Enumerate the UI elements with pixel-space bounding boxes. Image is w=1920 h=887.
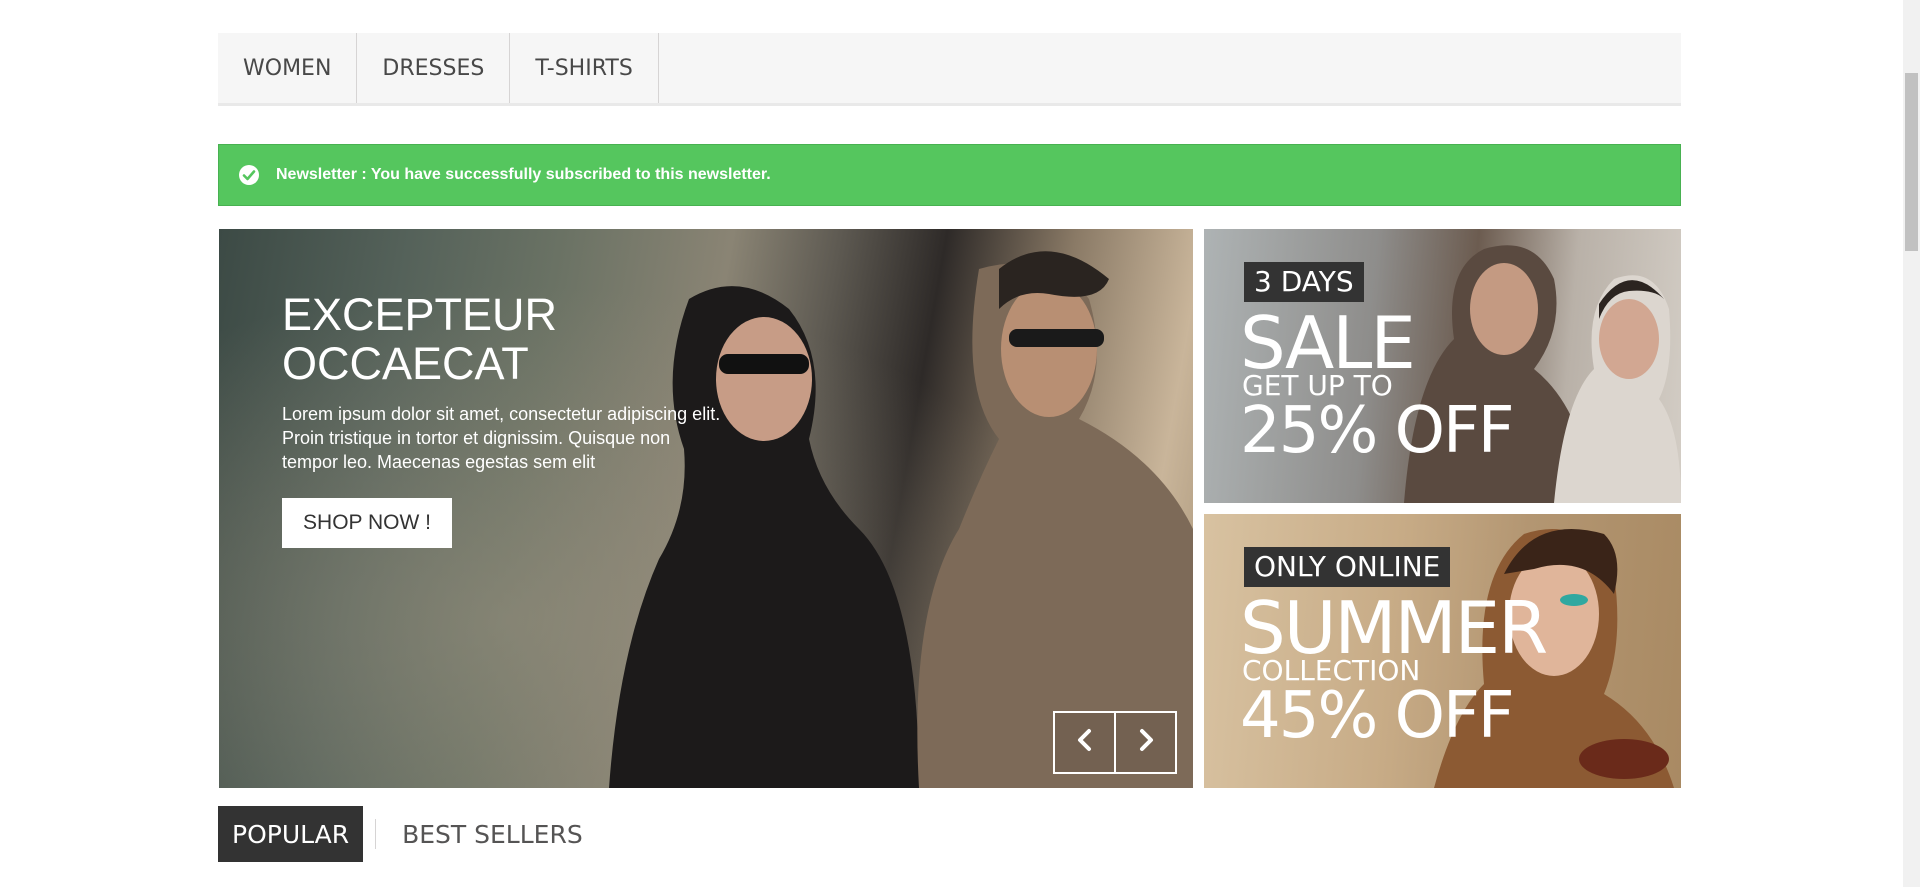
scrollbar-thumb[interactable] <box>1905 73 1918 251</box>
slider-next-button[interactable] <box>1114 711 1177 774</box>
product-tabs: POPULAR BEST SELLERS <box>218 806 597 862</box>
tab-best-sellers[interactable]: BEST SELLERS <box>388 806 597 862</box>
newsletter-success-alert: Newsletter : You have successfully subsc… <box>218 144 1681 206</box>
tab-popular[interactable]: POPULAR <box>218 806 364 862</box>
slider-description: Lorem ipsum dolor sit amet, consectetur … <box>282 404 721 472</box>
tab-divider <box>375 819 377 849</box>
check-circle-icon <box>238 164 260 186</box>
banner-tag: ONLY ONLINE <box>1244 547 1451 587</box>
banner-discount: 45% OFF <box>1240 679 1515 753</box>
homepage-slider: EXCEPTEUR OCCAECAT Lorem ipsum dolor sit… <box>219 229 1193 788</box>
menu-item-women[interactable]: WOMEN <box>218 33 358 103</box>
alert-message: Newsletter : You have successfully subsc… <box>276 166 771 183</box>
chevron-right-icon <box>1136 728 1156 757</box>
menu-item-tshirts[interactable]: T-SHIRTS <box>510 33 659 103</box>
slider-caption: EXCEPTEUR OCCAECAT Lorem ipsum dolor sit… <box>282 290 722 474</box>
shop-now-button[interactable]: SHOP NOW ! <box>282 498 452 548</box>
menu-item-dresses[interactable]: DRESSES <box>357 33 511 103</box>
page-scrollbar[interactable] <box>1903 0 1920 887</box>
banner-discount: 25% OFF <box>1240 394 1515 468</box>
sale-banner[interactable]: 3 DAYS SALE GET UP TO 25% OFF <box>1204 229 1681 503</box>
banner-tag: 3 DAYS <box>1244 262 1364 302</box>
slider-prev-button[interactable] <box>1053 711 1116 774</box>
top-menu: WOMEN DRESSES T-SHIRTS <box>218 33 1681 106</box>
summer-banner[interactable]: ONLY ONLINE SUMMER COLLECTION 45% OFF <box>1204 514 1681 788</box>
chevron-left-icon <box>1075 728 1095 757</box>
slider-navigation <box>1053 711 1177 774</box>
slider-title: EXCEPTEUR OCCAECAT <box>282 289 558 389</box>
